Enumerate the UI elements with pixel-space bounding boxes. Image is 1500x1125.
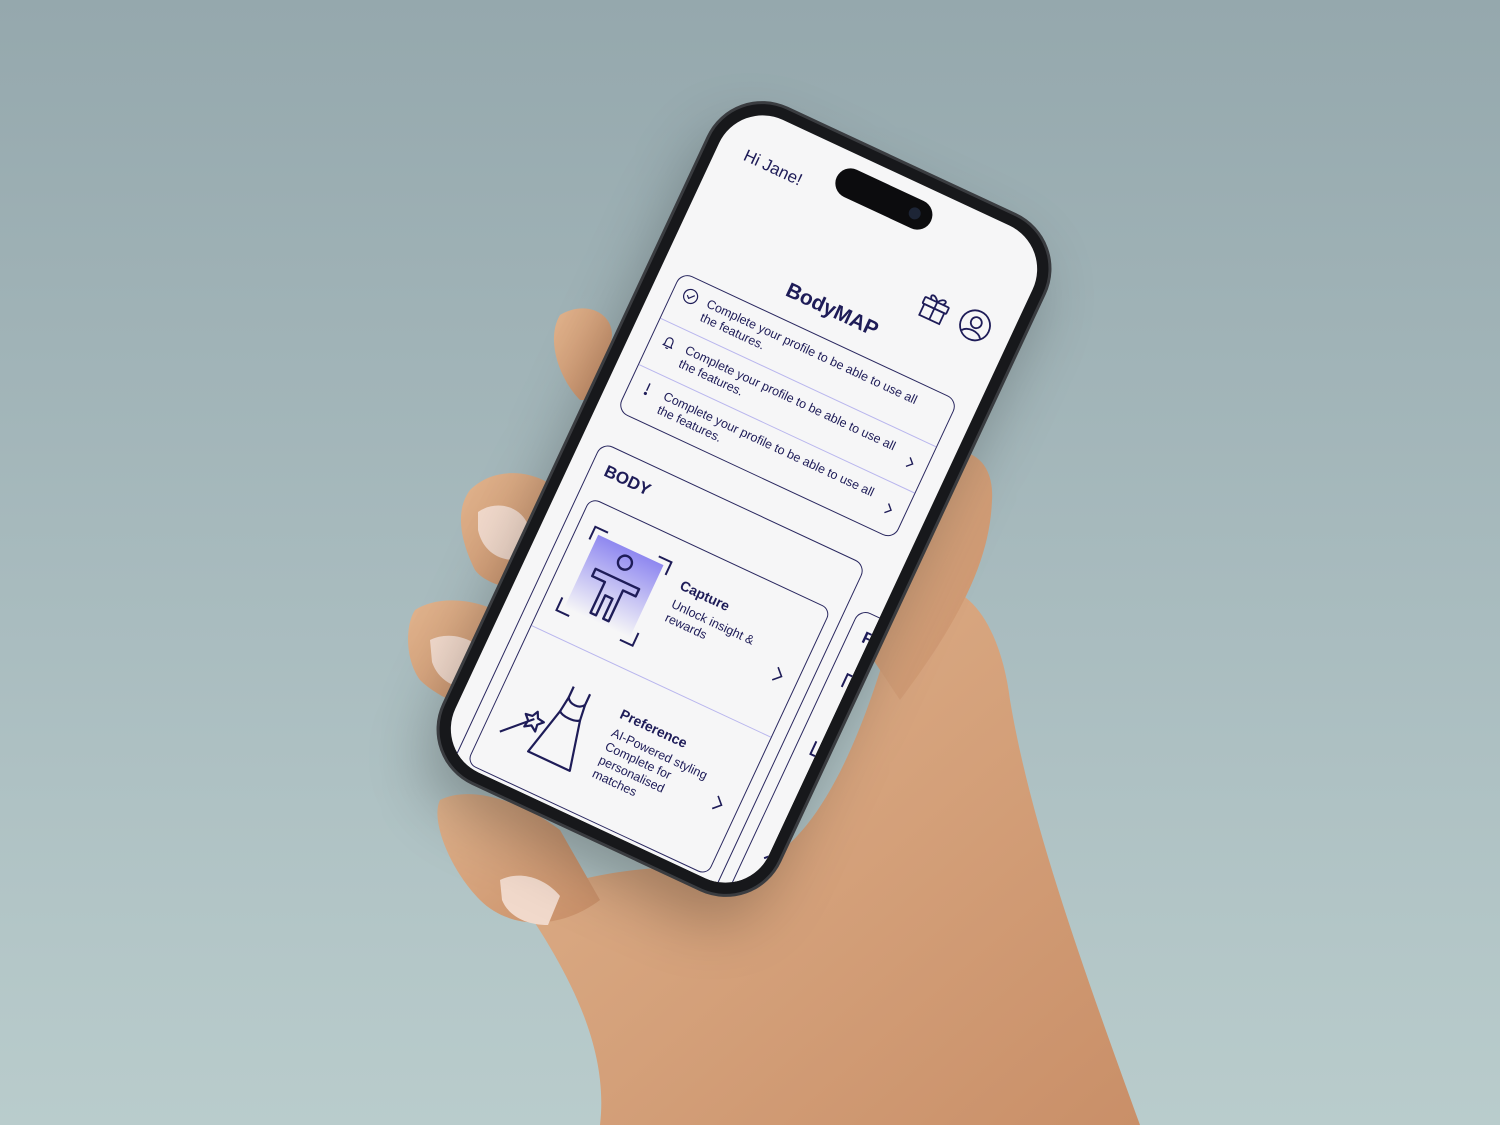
header-actions: [913, 284, 998, 348]
chevron-right-icon: [905, 457, 914, 468]
exclamation-icon: [643, 383, 651, 396]
greeting-text: Hi Jane!: [740, 145, 806, 190]
camera-icon: [906, 205, 923, 222]
chevron-right-icon: [884, 503, 892, 514]
body-scan-icon: [555, 525, 673, 647]
bell-icon: [662, 337, 674, 350]
preference-desc: AI-Powered styling Complete for personal…: [590, 725, 710, 800]
gift-icon[interactable]: [913, 284, 958, 329]
dynamic-island: [830, 163, 938, 235]
section-label-body: BODY: [601, 461, 654, 500]
check-circle-icon: [682, 288, 699, 305]
user-circle-icon[interactable]: [952, 303, 997, 348]
